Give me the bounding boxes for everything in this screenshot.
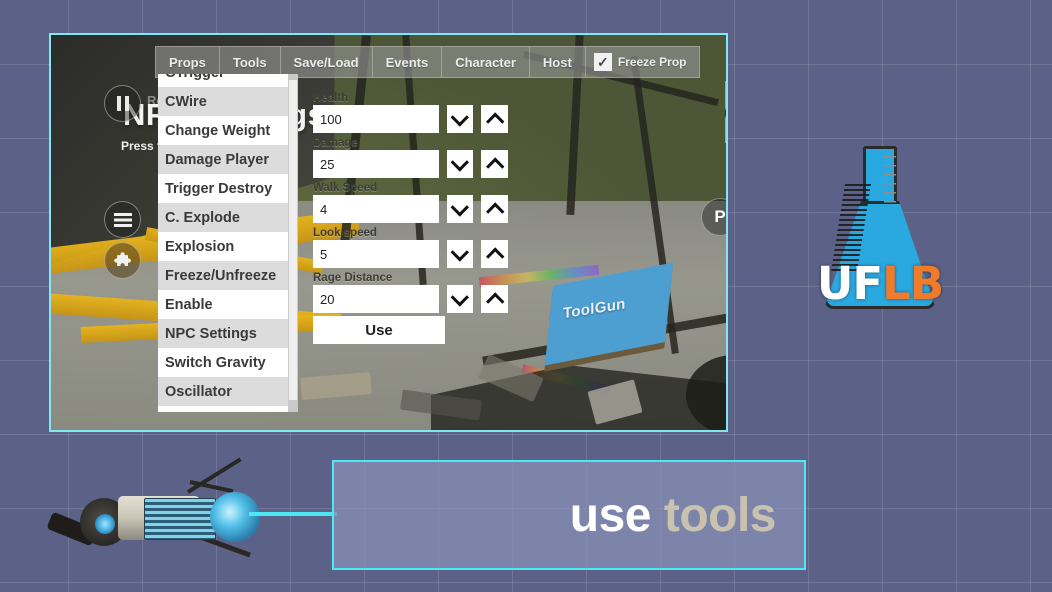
chevron-up-icon — [486, 292, 504, 310]
walk-speed-field-row: 4 — [313, 195, 508, 223]
gravity-gun-orb — [210, 492, 260, 542]
rage-distance-field-row: 20 — [313, 285, 508, 313]
tab-save-load[interactable]: Save/Load — [281, 47, 373, 77]
health-increment-button[interactable] — [481, 105, 508, 133]
list-item[interactable]: Oscillator — [158, 377, 288, 406]
list-item[interactable]: Damage Player — [158, 145, 288, 174]
vflb-wordmark-uf: UF — [817, 257, 882, 310]
tab-events[interactable]: Events — [373, 47, 443, 77]
list-item[interactable]: Explosion — [158, 232, 288, 261]
flask-graduations — [884, 156, 896, 208]
gravity-gun-beam — [249, 512, 337, 516]
look-speed-input[interactable]: 5 — [313, 240, 439, 268]
look-speed-label: Look speed — [313, 227, 508, 239]
banner-word-tools: tools — [664, 489, 776, 542]
vflb-logo: UFLB — [810, 146, 950, 314]
banner-word-use: use — [570, 489, 651, 542]
vflb-wordmark: UFLB — [810, 257, 950, 310]
list-item[interactable]: Switch Gravity — [158, 348, 288, 377]
damage-field-row: 25 — [313, 150, 508, 178]
npc-settings-form: Health 100 Damage 25 Walk Speed 4 Look s… — [313, 88, 508, 344]
walk-speed-decrement-button[interactable] — [447, 195, 474, 223]
tools-button[interactable] — [104, 242, 141, 279]
gravity-gun-coils — [144, 498, 216, 540]
look-speed-field-row: 5 — [313, 240, 508, 268]
rage-distance-decrement-button[interactable] — [447, 285, 474, 313]
rage-distance-input[interactable]: 20 — [313, 285, 439, 313]
look-speed-increment-button[interactable] — [481, 240, 508, 268]
puzzle-icon — [113, 251, 133, 271]
chevron-up-icon — [486, 112, 504, 130]
chevron-up-icon — [486, 157, 504, 175]
pause-icon — [125, 96, 129, 111]
pause-button[interactable] — [104, 85, 141, 122]
tab-host[interactable]: Host — [530, 47, 586, 77]
freeze-prop-checkbox[interactable]: ✓ Freeze Prop — [586, 47, 699, 77]
health-decrement-button[interactable] — [447, 105, 474, 133]
walk-speed-label: Walk Speed — [313, 182, 508, 194]
tool-list-panel[interactable]: CTrigger CWire Change Weight Damage Play… — [158, 74, 298, 412]
list-item[interactable]: CTrigger — [158, 74, 288, 87]
chevron-down-icon — [450, 108, 468, 126]
use-tools-banner: use tools — [332, 460, 806, 570]
checkmark-icon: ✓ — [594, 53, 612, 71]
list-item[interactable]: C. Explode — [158, 203, 288, 232]
tab-tools[interactable]: Tools — [220, 47, 281, 77]
tab-character[interactable]: Character — [442, 47, 530, 77]
walk-speed-increment-button[interactable] — [481, 195, 508, 223]
list-item[interactable]: Freeze/Unfreeze — [158, 261, 288, 290]
health-label: Health — [313, 92, 508, 104]
damage-label: Damage — [313, 137, 508, 149]
gravity-gun-illustration — [38, 468, 268, 563]
chevron-down-icon — [450, 198, 468, 216]
list-item[interactable]: Trigger Destroy — [158, 174, 288, 203]
scrollbar-thumb[interactable] — [289, 80, 297, 400]
menu-button[interactable] — [104, 201, 141, 238]
use-button[interactable]: Use — [313, 316, 445, 344]
rage-distance-label: Rage Distance — [313, 272, 508, 284]
health-field-row: 100 — [313, 105, 508, 133]
damage-decrement-button[interactable] — [447, 150, 474, 178]
damage-input[interactable]: 25 — [313, 150, 439, 178]
look-speed-decrement-button[interactable] — [447, 240, 474, 268]
rage-distance-increment-button[interactable] — [481, 285, 508, 313]
freeze-prop-label: Freeze Prop — [618, 55, 687, 69]
scrollbar[interactable] — [288, 74, 298, 412]
list-item[interactable]: Enable — [158, 290, 288, 319]
chevron-up-icon — [486, 202, 504, 220]
chevron-up-icon — [486, 247, 504, 265]
gravity-gun-lens — [95, 514, 115, 534]
pickup-button-label: P — [714, 207, 725, 227]
list-item[interactable]: NPC Settings — [158, 319, 288, 348]
list-item[interactable]: Change Weight — [158, 116, 288, 145]
walk-speed-input[interactable]: 4 — [313, 195, 439, 223]
vflb-wordmark-lb: LB — [882, 257, 943, 310]
chevron-down-icon — [450, 288, 468, 306]
damage-increment-button[interactable] — [481, 150, 508, 178]
tool-list: CTrigger CWire Change Weight Damage Play… — [158, 74, 288, 406]
chevron-down-icon — [450, 243, 468, 261]
list-item[interactable]: CWire — [158, 87, 288, 116]
inventory-slot[interactable] — [725, 81, 728, 143]
health-input[interactable]: 100 — [313, 105, 439, 133]
chevron-down-icon — [450, 153, 468, 171]
tab-props[interactable]: Props — [156, 47, 220, 77]
pause-icon — [117, 96, 121, 111]
hamburger-icon — [113, 212, 133, 228]
banner-text: use tools — [570, 488, 776, 543]
